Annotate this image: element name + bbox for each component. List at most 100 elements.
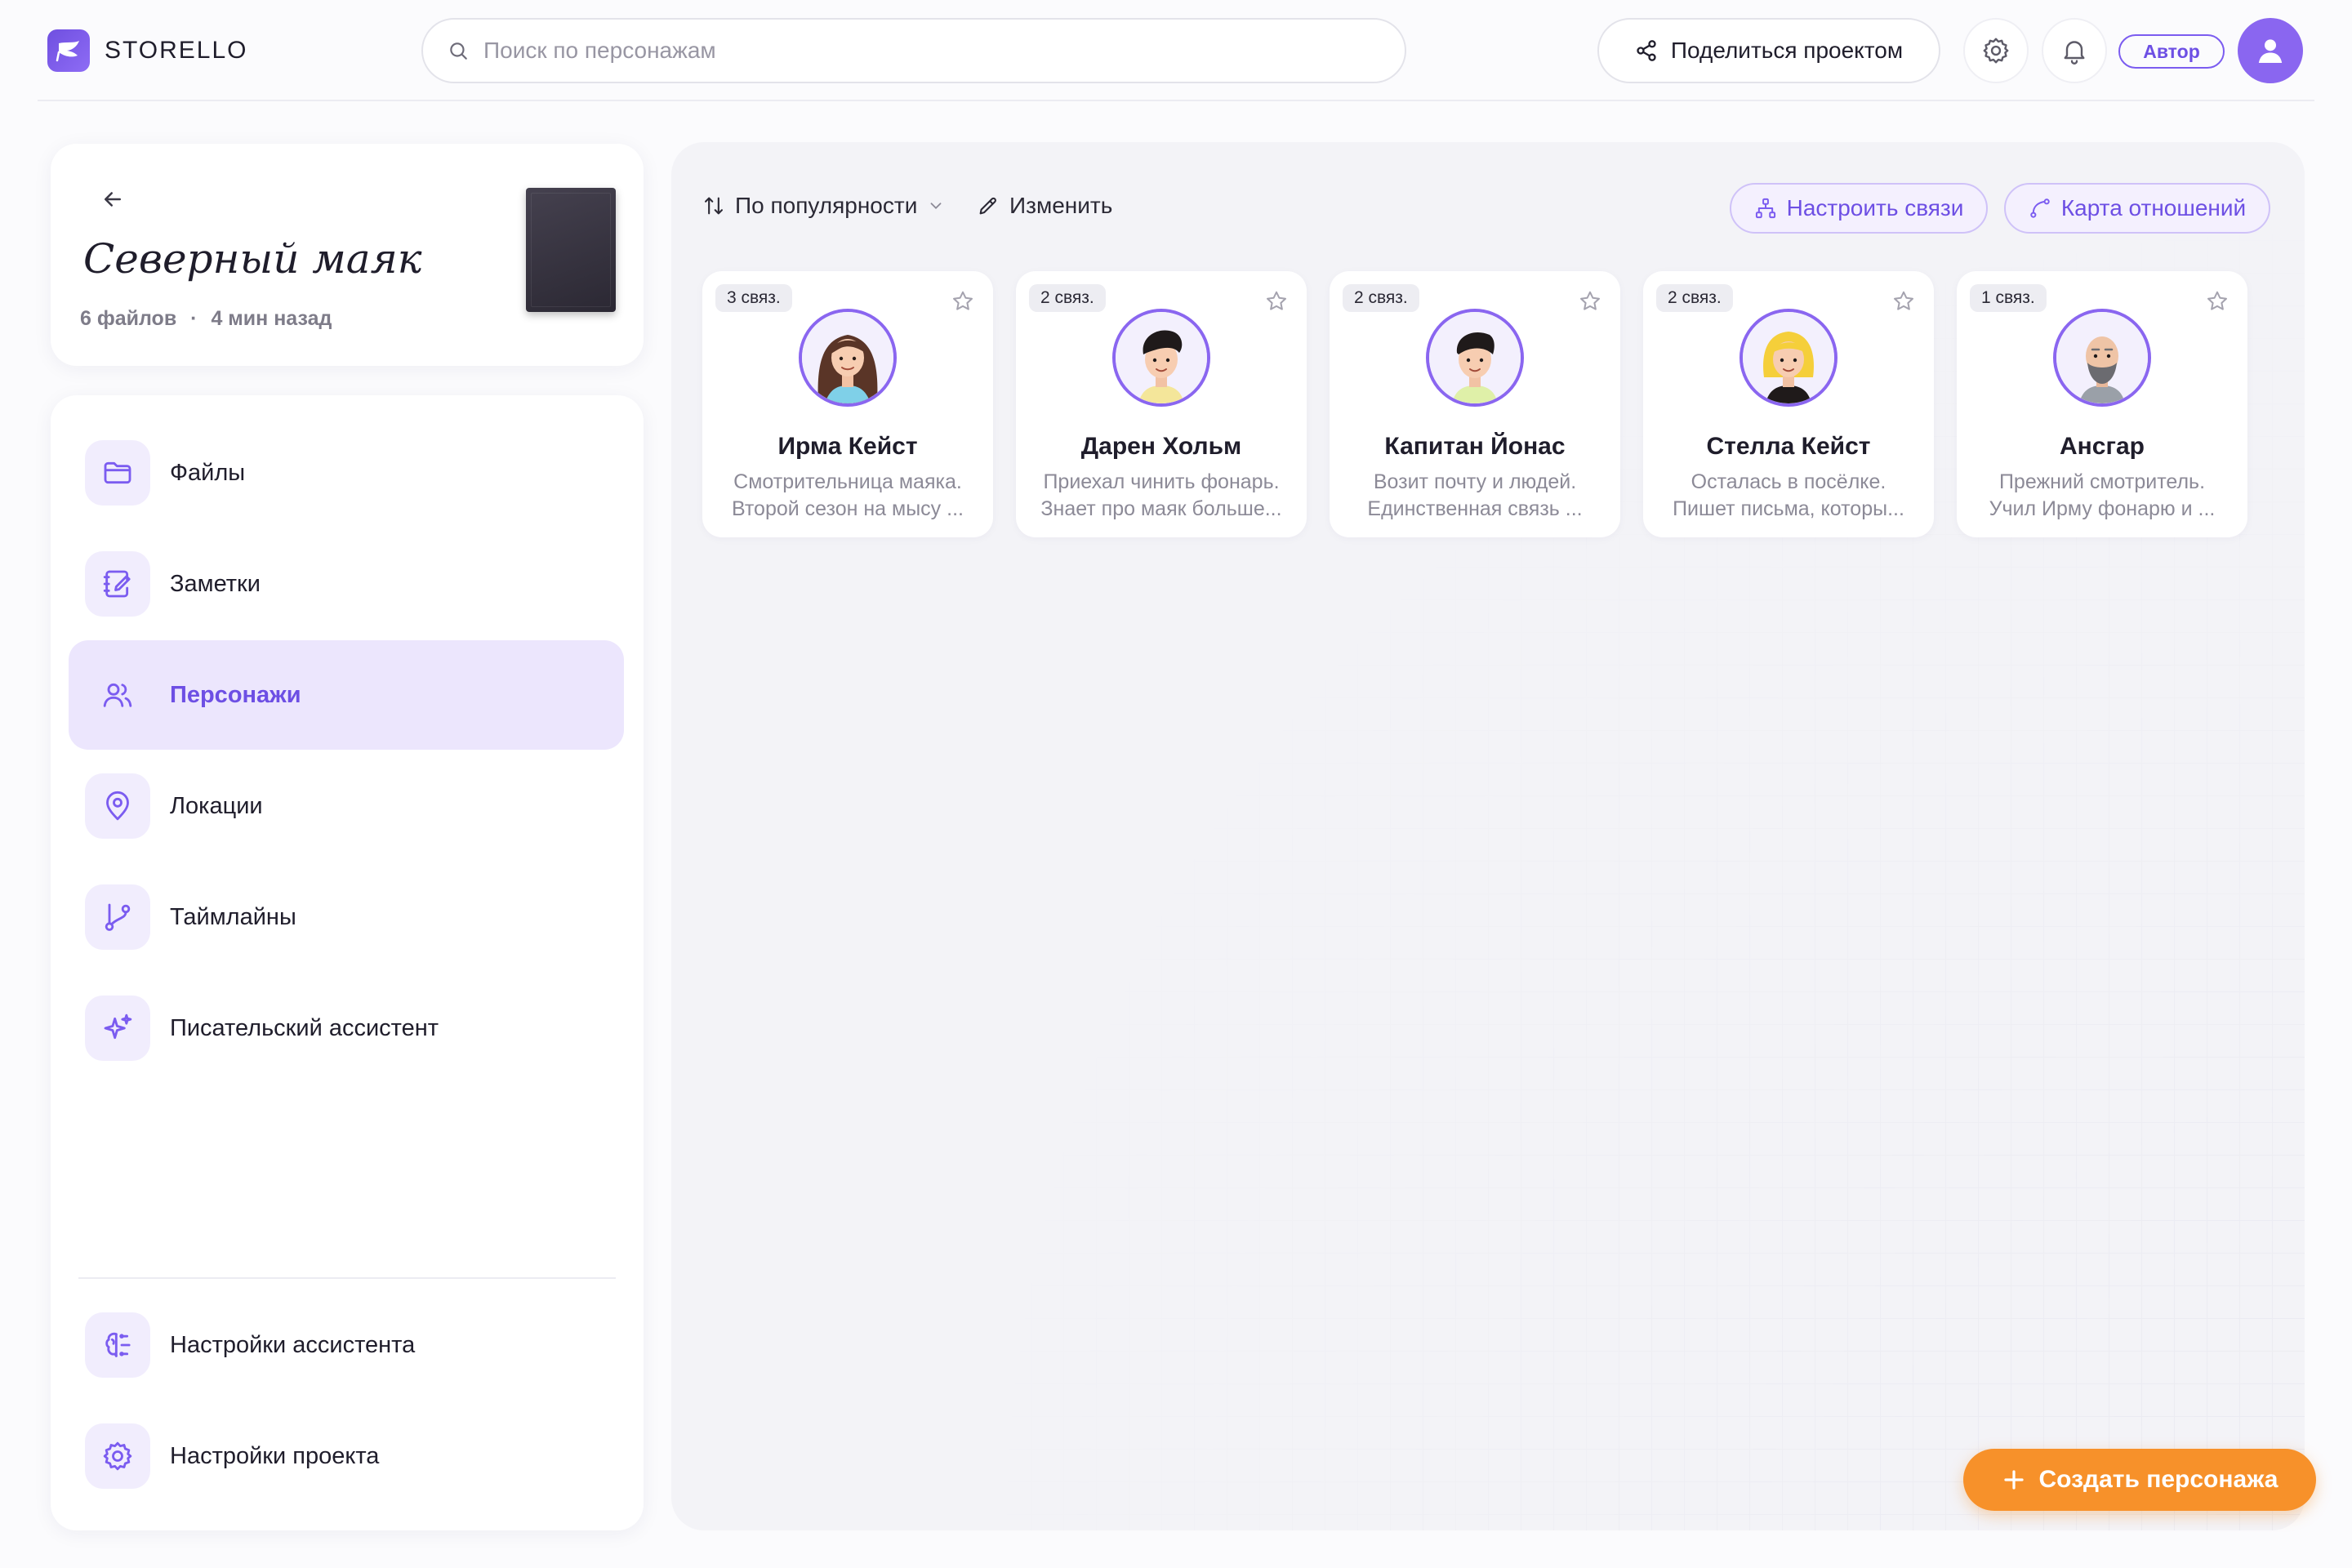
relations-map-button[interactable]: Карта отношений — [2004, 183, 2270, 234]
star-icon[interactable] — [2205, 289, 2230, 314]
character-description: Смотрительница маяка. Второй сезон на мы… — [724, 469, 972, 523]
sidebar-item-label: Настройки проекта — [170, 1442, 380, 1469]
character-description-line: Возит почту и людей. — [1373, 470, 1577, 493]
connections-badge: 2 связ. — [1656, 284, 1733, 312]
character-description: Приехал чинить фонарь. Знает про маяк бо… — [1037, 469, 1285, 523]
star-icon[interactable] — [1578, 289, 1602, 314]
search-input[interactable] — [483, 38, 1300, 64]
connections-badge: 2 связ. — [1343, 284, 1419, 312]
character-name: Дарен Хольм — [1080, 433, 1242, 460]
role-badge[interactable]: Автор — [2118, 34, 2225, 69]
folder-icon — [85, 440, 150, 506]
character-card[interactable]: 1 связ. Ансгар Прежний смотритель. Учил … — [1957, 271, 2247, 537]
sort-icon — [702, 194, 725, 217]
project-card: Северный маяк 6 файлов · 4 мин назад — [51, 144, 644, 366]
meta-separator: · — [190, 307, 198, 330]
character-description-line: Осталась в посёлке. — [1690, 470, 1886, 493]
character-description-line: Смотрительница маяка. — [733, 470, 962, 493]
sidebar-item-label: Файлы — [170, 459, 246, 486]
create-character-button[interactable]: Создать персонажа — [1963, 1449, 2316, 1511]
characters-panel: По популярности Изменить Настроить связи… — [671, 142, 2305, 1530]
character-name: Стелла Кейст — [1706, 433, 1871, 460]
character-name: Ансгар — [2060, 433, 2145, 460]
character-description-line: Приехал чинить фонарь. — [1043, 470, 1280, 493]
character-card[interactable]: 3 связ. Ирма Кейст Смотрительница маяка.… — [702, 271, 993, 537]
app-name: STORELLO — [105, 37, 248, 64]
users-icon — [85, 662, 150, 728]
sidebar-item-timelines[interactable]: Таймлайны — [69, 862, 624, 972]
sidebar-item-label: Заметки — [170, 570, 261, 597]
character-description-line: Второй сезон на мысу ... — [732, 497, 964, 520]
character-card[interactable]: 2 связ. Стелла Кейст Осталась в посёлке.… — [1643, 271, 1934, 537]
sidebar-item-project-settings[interactable]: Настройки проекта — [69, 1401, 624, 1511]
notebook-icon — [85, 551, 150, 617]
search-bar[interactable] — [421, 18, 1406, 83]
character-avatar — [1112, 309, 1210, 407]
relations-map-label: Карта отношений — [2060, 195, 2247, 220]
character-card[interactable]: 2 связ. Капитан Йонас Возит почту и люде… — [1330, 271, 1620, 537]
edit-button[interactable]: Изменить — [977, 189, 1112, 222]
logo-feather-icon — [47, 29, 90, 72]
character-description-line: Единственная связь ... — [1367, 497, 1583, 520]
sidebar-item-label: Настройки ассистента — [170, 1331, 416, 1358]
share-project-button[interactable]: Поделиться проектом — [1597, 18, 1940, 83]
sidebar-item-label: Локации — [170, 792, 263, 819]
edit-label: Изменить — [1009, 193, 1113, 218]
sidebar-item-files[interactable]: Файлы — [69, 418, 624, 528]
bell-icon — [2060, 36, 2089, 65]
sidebar-item-label: Персонажи — [170, 681, 301, 708]
character-name: Капитан Йонас — [1384, 433, 1566, 460]
sidebar-item-characters[interactable]: Персонажи — [69, 640, 624, 750]
sort-dropdown[interactable]: По популярности — [702, 189, 945, 222]
nav-divider — [78, 1277, 616, 1279]
sidebar-nav: Файлы Заметки Персонажи Локации Таймлайн… — [51, 395, 644, 1530]
configure-links-button[interactable]: Настроить связи — [1730, 183, 1988, 234]
configure-links-label: Настроить связи — [1786, 195, 1964, 220]
sidebar-item-notes[interactable]: Заметки — [69, 529, 624, 639]
connections-badge: 1 связ. — [1970, 284, 2047, 312]
character-avatar — [1740, 309, 1838, 407]
route-icon — [2029, 197, 2051, 220]
connections-badge: 3 связ. — [715, 284, 792, 312]
character-description-line: Знает про маяк больше... — [1040, 497, 1282, 520]
hierarchy-icon — [1754, 197, 1777, 220]
sidebar-item-assistant-settings[interactable]: Настройки ассистента — [69, 1290, 624, 1400]
sidebar-item-locations[interactable]: Локации — [69, 751, 624, 861]
character-description-line: Прежний смотритель. — [1998, 470, 2206, 493]
files-count: 6 файлов — [80, 307, 177, 330]
sidebar-item-label: Писательский ассистент — [170, 1014, 439, 1041]
character-description: Прежний смотритель. Учил Ирму фонарю и .… — [1978, 469, 2226, 523]
book-cover[interactable] — [526, 188, 616, 312]
gear-icon — [1981, 36, 2011, 65]
gear-icon — [85, 1423, 150, 1489]
search-icon — [448, 40, 469, 61]
notifications-button[interactable] — [2042, 18, 2107, 83]
settings-button[interactable] — [1963, 18, 2029, 83]
user-icon — [2254, 34, 2287, 67]
share-icon — [1635, 39, 1658, 62]
sidebar-item-writing-assistant[interactable]: Писательский ассистент — [69, 973, 624, 1083]
app-logo[interactable]: STORELLO — [47, 29, 248, 72]
create-character-label: Создать персонажа — [2038, 1466, 2278, 1493]
star-icon[interactable] — [1891, 289, 1916, 314]
brain-settings-icon — [85, 1312, 150, 1378]
chevron-down-icon — [927, 197, 945, 215]
sidebar-item-label: Таймлайны — [170, 903, 296, 930]
character-avatar — [799, 309, 897, 407]
back-button[interactable] — [87, 173, 139, 225]
project-title: Северный маяк — [83, 235, 422, 283]
character-description: Возит почту и людей. Единственная связь … — [1351, 469, 1599, 523]
star-icon[interactable] — [951, 289, 975, 314]
character-avatar — [1426, 309, 1524, 407]
user-avatar[interactable] — [2238, 18, 2303, 83]
sort-label: По популярности — [735, 193, 918, 218]
git-branch-icon — [85, 884, 150, 950]
character-card[interactable]: 2 связ. Дарен Хольм Приехал чинить фонар… — [1016, 271, 1307, 537]
star-icon[interactable] — [1264, 289, 1289, 314]
arrow-left-icon — [100, 187, 125, 212]
character-description: Осталась в посёлке. Пишет письма, которы… — [1664, 469, 1913, 523]
character-description-line: Пишет письма, которы... — [1673, 497, 1904, 520]
plus-icon — [2002, 1468, 2026, 1492]
share-project-label: Поделиться проектом — [1670, 38, 1904, 63]
header-divider — [38, 100, 2314, 101]
